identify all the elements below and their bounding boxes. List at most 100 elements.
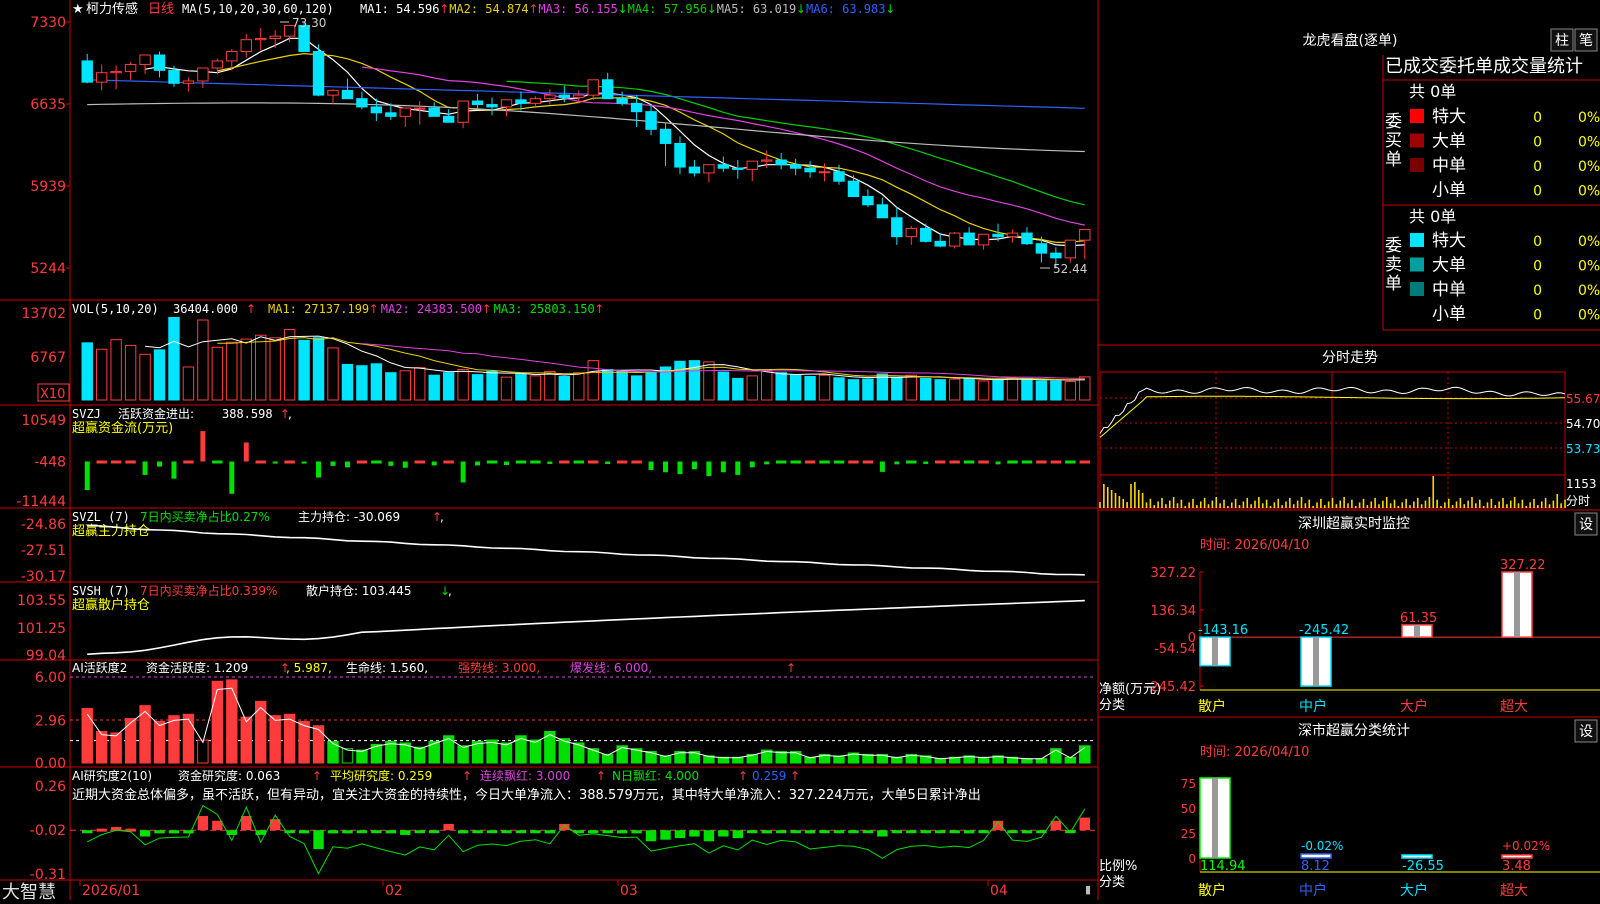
svzj-bar bbox=[530, 460, 541, 464]
air-bar bbox=[934, 830, 946, 834]
cls-time: 时间: 2026/04/10 bbox=[1200, 745, 1309, 760]
ma-legend-item: MA2: 54.874 bbox=[449, 2, 528, 16]
vol-bar bbox=[876, 373, 889, 401]
lhb-row-swatch bbox=[1410, 257, 1424, 272]
candle-body bbox=[312, 50, 325, 96]
air-bar bbox=[183, 830, 194, 834]
ai2-bar bbox=[182, 713, 195, 764]
ai2-y-axis: 6.00 2.96 0.00 bbox=[35, 670, 66, 772]
vol-bar bbox=[341, 363, 354, 401]
candle-body bbox=[327, 89, 339, 96]
ai2-bar bbox=[81, 708, 93, 764]
side-label-char: 单 bbox=[1385, 274, 1402, 294]
vol-bar bbox=[717, 371, 730, 401]
period-label[interactable]: 日线 bbox=[148, 2, 174, 17]
lhb-row-pct: 0% bbox=[1578, 259, 1600, 275]
svzj-bar bbox=[862, 460, 874, 464]
ai2-f5: 爆发线: 6.000, bbox=[570, 660, 652, 675]
air-label: AI研究度2(10) bbox=[72, 768, 152, 783]
air-f1-arrow: ↑ bbox=[312, 769, 322, 783]
vol-bar bbox=[298, 339, 310, 401]
ai2-bar bbox=[283, 713, 296, 764]
air-bar bbox=[544, 830, 556, 834]
svsh-y-tick: 99.04 bbox=[26, 648, 66, 664]
candle-body bbox=[645, 111, 657, 130]
svsh-pos: 散户持仓: 103.445 bbox=[306, 583, 411, 598]
ai2-bar bbox=[197, 739, 209, 764]
sz-bar-value: -245.42 bbox=[1299, 623, 1349, 638]
candle-body bbox=[862, 196, 874, 206]
lhb-row-count: 0 bbox=[1533, 135, 1542, 151]
ai2-f3: 生命线: 1.560, bbox=[346, 660, 428, 675]
x10-label[interactable]: X10 bbox=[40, 387, 65, 402]
vol-bar bbox=[992, 379, 1004, 401]
svzj-bar bbox=[157, 461, 163, 467]
vol-bar bbox=[428, 374, 440, 401]
cls-bar-value: -26.55 bbox=[1402, 859, 1444, 874]
cls-annotation: +0.02% bbox=[1502, 839, 1550, 853]
sz-bar-shade bbox=[1514, 572, 1520, 638]
ai2-bar bbox=[168, 715, 180, 764]
candle-body bbox=[471, 100, 484, 106]
svzj-bar bbox=[879, 461, 885, 472]
air-bar bbox=[747, 830, 758, 834]
candle-body bbox=[414, 107, 426, 110]
vol-ma-legend: MA1: 27137.199 ↑ MA2: 24383.500 ↑ MA3: 25803… bbox=[268, 302, 604, 316]
candle-body bbox=[992, 233, 1004, 238]
candle-body bbox=[515, 99, 527, 104]
cls-category: 散户 bbox=[1198, 882, 1226, 899]
svzj-sub: 超赢资金流(万元) bbox=[72, 420, 173, 436]
vol-bar bbox=[977, 380, 990, 401]
sz-settings-label[interactable]: 设 bbox=[1579, 517, 1593, 533]
lhb-bar-button-label[interactable]: 柱 bbox=[1555, 33, 1569, 49]
candle-body bbox=[211, 60, 224, 69]
candle-body bbox=[876, 204, 889, 219]
vol-bar bbox=[1021, 377, 1033, 401]
lock-icon[interactable]: ▮ bbox=[1085, 883, 1091, 896]
vol-legend-item: MA2: 24383.500 bbox=[381, 302, 482, 316]
svzj-bar bbox=[819, 460, 830, 464]
svzj-y-tick: -11444 bbox=[16, 494, 66, 510]
lhb-row-swatch bbox=[1410, 282, 1424, 296]
lhb-row-count: 0 bbox=[1533, 184, 1542, 200]
air-bar bbox=[1079, 817, 1090, 831]
air-bar bbox=[689, 830, 700, 837]
lhb-row-count: 0 bbox=[1533, 283, 1542, 299]
main-header-star: ★ bbox=[72, 2, 84, 17]
lhb-row-count: 0 bbox=[1533, 259, 1542, 275]
side-label-char: 卖 bbox=[1385, 255, 1402, 275]
candle-body bbox=[153, 54, 166, 71]
svzj-bar bbox=[212, 460, 223, 464]
candle-body bbox=[674, 142, 686, 168]
candle-body bbox=[920, 227, 932, 242]
candle-body bbox=[775, 159, 787, 166]
svzj-bar bbox=[934, 460, 946, 464]
vol-bar bbox=[558, 376, 571, 401]
ma-legend-arrow: ↓ bbox=[618, 2, 628, 16]
vol-legend-item: MA3: 25803.150 bbox=[494, 302, 595, 316]
high-price-label: 73.30 bbox=[292, 16, 326, 30]
vol-bar bbox=[81, 342, 93, 401]
air-bar bbox=[631, 830, 642, 834]
kline-y-tick: 7330 bbox=[30, 15, 66, 31]
cls-settings-label[interactable]: 设 bbox=[1579, 724, 1593, 740]
candle-body bbox=[529, 98, 542, 104]
svzj-bar bbox=[110, 460, 122, 464]
vol-bar bbox=[124, 344, 137, 401]
air-bar bbox=[400, 830, 411, 835]
vol-legend-arrow: ↑ bbox=[594, 302, 604, 316]
stock-name[interactable]: 柯力传感 bbox=[86, 1, 138, 17]
cls-annotation: -0.02% bbox=[1301, 839, 1343, 853]
vol-bar bbox=[920, 377, 932, 401]
vol-bar bbox=[1035, 380, 1048, 401]
ai2-bar bbox=[226, 679, 238, 764]
candle-body bbox=[1079, 229, 1091, 241]
candle-body bbox=[977, 233, 990, 246]
ai2-bar bbox=[356, 749, 368, 764]
svzj-bar bbox=[460, 461, 466, 483]
candle-body bbox=[1006, 232, 1019, 238]
ma-legend-arrow: ↓ bbox=[707, 2, 717, 16]
lhb-tick-button-label[interactable]: 笔 bbox=[1579, 33, 1593, 49]
cls-y-tick: 75 bbox=[1181, 777, 1196, 791]
svzj-bar bbox=[848, 460, 859, 464]
